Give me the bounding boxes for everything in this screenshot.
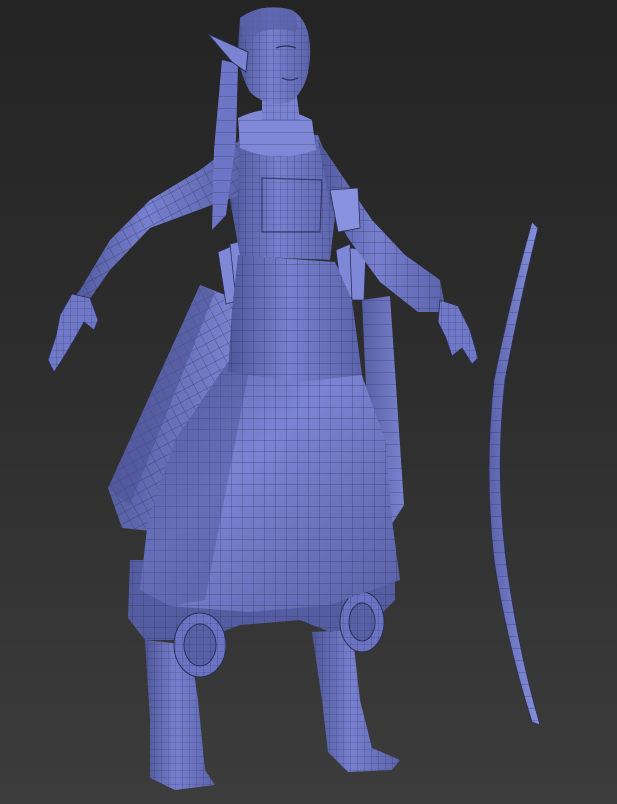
head	[238, 7, 311, 104]
viewport-canvas[interactable]	[0, 0, 617, 804]
bow	[488, 221, 541, 726]
knee-pad-left	[173, 612, 227, 678]
right-hand	[437, 299, 479, 365]
3d-viewport[interactable]	[0, 0, 617, 804]
elf-archer-model[interactable]	[47, 7, 541, 790]
knee-pad-right	[339, 591, 385, 653]
left-hand	[47, 293, 99, 373]
